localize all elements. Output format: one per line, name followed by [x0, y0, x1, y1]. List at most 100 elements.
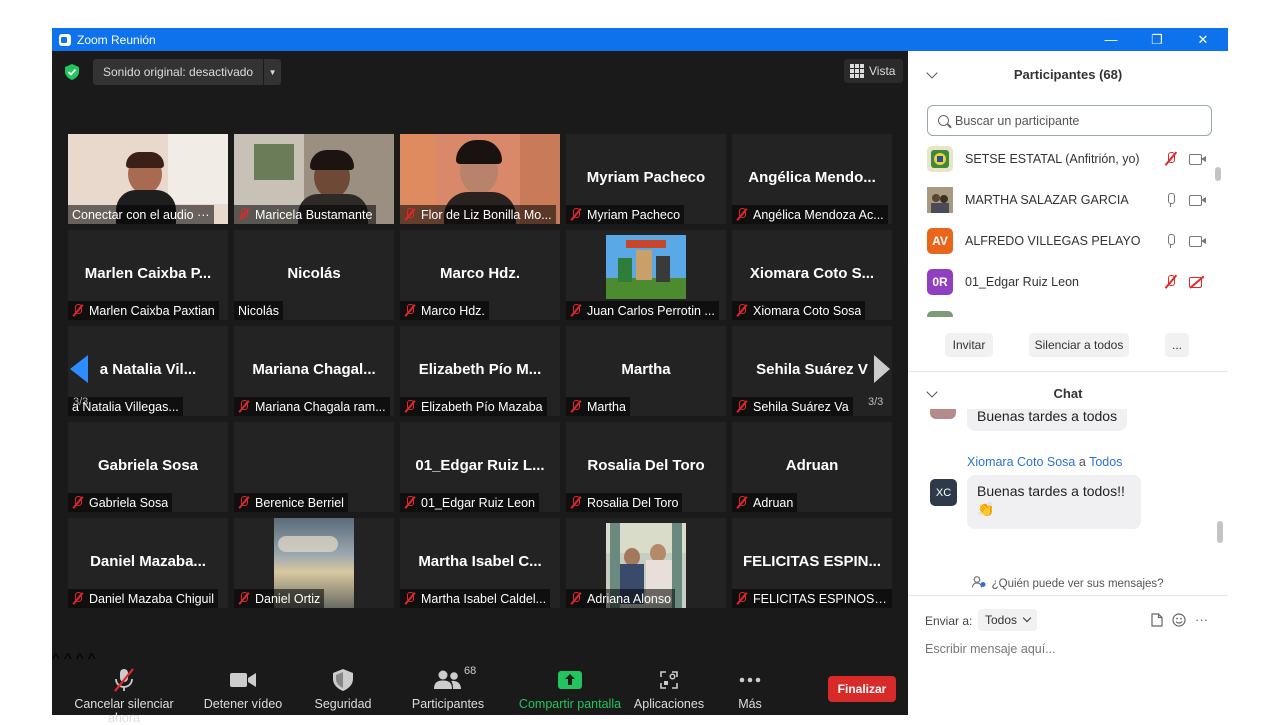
video-tile[interactable]: 01_Edgar Ruiz L... 01_Edgar Ruiz Leon: [400, 422, 560, 512]
stop-video-button[interactable]: Detener vídeo: [200, 667, 286, 711]
video-tile[interactable]: Nicolás Nicolás: [234, 230, 394, 320]
chat-messages: Buenas tardes a todos Xiomara Coto Sosa …: [908, 409, 1228, 541]
participants-caret-icon[interactable]: ^: [76, 651, 84, 668]
video-tile[interactable]: Maricela Bustamante: [234, 134, 394, 224]
participants-button[interactable]: 68 Participantes: [408, 665, 488, 711]
video-tile[interactable]: Daniel Ortiz: [234, 518, 394, 608]
tile-label-text: Elizabeth Pío Mazaba: [421, 399, 543, 414]
apps-button[interactable]: Aplicaciones: [632, 667, 706, 711]
video-tile[interactable]: Mariana Chagal... Mariana Chagala ram...: [234, 326, 394, 416]
unmute-button[interactable]: Cancelar silenciar ahora: [60, 667, 188, 725]
video-off-icon[interactable]: [1187, 274, 1207, 290]
video-camera-icon[interactable]: [1187, 233, 1207, 249]
video-options-caret-icon[interactable]: ^: [64, 651, 72, 668]
video-camera-icon: [200, 667, 286, 693]
video-tile[interactable]: Myriam Pacheco Myriam Pacheco: [566, 134, 726, 224]
video-tile[interactable]: Marco Hdz. Marco Hdz.: [400, 230, 560, 320]
page-indicator-right: 3/3: [868, 396, 884, 408]
video-tile[interactable]: Xiomara Coto S... Xiomara Coto Sosa: [732, 230, 892, 320]
participant-row[interactable]: MARTHA SALAZAR GARCIA: [927, 186, 1207, 214]
minimize-button[interactable]: —: [1088, 28, 1134, 51]
tile-name-label: Marco Hdz.: [400, 301, 489, 320]
view-button[interactable]: Vista: [844, 59, 904, 83]
next-page-arrow-icon[interactable]: [874, 355, 890, 383]
participant-search-input[interactable]: Buscar un participante: [927, 105, 1212, 136]
tile-label-text: Marco Hdz.: [421, 303, 485, 318]
participant-row[interactable]: AV ALFREDO VILLEGAS PELAYO: [927, 227, 1207, 255]
tile-label-text: Flor de Liz Bonilla Mo...: [421, 207, 552, 222]
video-tile[interactable]: Daniel Mazaba... Daniel Mazaba Chiguil: [68, 518, 228, 608]
restore-button[interactable]: ❐: [1134, 28, 1180, 51]
microphone-muted-icon: [404, 592, 416, 605]
tile-label-text: Berenice Berriel: [255, 495, 344, 510]
video-tile[interactable]: Rosalia Del Toro Rosalia Del Toro: [566, 422, 726, 512]
encryption-shield-icon[interactable]: [65, 64, 79, 80]
chevron-down-icon[interactable]: ▼: [263, 59, 281, 85]
participants-more-button[interactable]: ...: [1165, 333, 1189, 357]
emoji-icon[interactable]: [1172, 613, 1186, 627]
chat-scrollbar[interactable]: [1217, 521, 1223, 543]
video-tile[interactable]: Juan Carlos Perrotin ...: [566, 230, 726, 320]
avatar: [927, 187, 953, 213]
video-camera-icon[interactable]: [1187, 192, 1207, 208]
video-tile[interactable]: Elizabeth Pío M... Elizabeth Pío Mazaba: [400, 326, 560, 416]
video-tile[interactable]: Martha Martha: [566, 326, 726, 416]
tile-display-name: a Natalia Vil...: [99, 361, 197, 378]
video-tile[interactable]: Gabriela Sosa Gabriela Sosa: [68, 422, 228, 512]
video-tile[interactable]: Conectar con el audio ···: [68, 134, 228, 224]
video-tile[interactable]: FELICITAS ESPIN... FELICITAS ESPINOSA ...: [732, 518, 892, 608]
microphone-muted-icon[interactable]: [1161, 151, 1181, 167]
video-tile[interactable]: Adruan Adruan: [732, 422, 892, 512]
chat-sender[interactable]: Xiomara Coto Sosa: [967, 455, 1075, 469]
share-screen-button[interactable]: Compartir pantalla: [518, 667, 622, 711]
participants-icon: 68: [408, 665, 488, 693]
chat-to-word: a: [1078, 455, 1086, 469]
invite-button[interactable]: Invitar: [945, 333, 993, 357]
share-caret-icon[interactable]: ^: [88, 651, 96, 668]
microphone-muted-icon: [72, 496, 84, 509]
video-tile[interactable]: Adriana Alonso: [566, 518, 726, 608]
previous-page-arrow-icon[interactable]: [70, 355, 88, 383]
tile-display-name: Martha: [621, 361, 671, 378]
audio-options-caret-icon[interactable]: ^: [52, 651, 60, 668]
microphone-muted-icon: [60, 667, 188, 693]
tile-name-label: Daniel Ortiz: [234, 589, 325, 608]
participant-row[interactable]: SETSE ESTATAL (Anfitrión, yo): [927, 145, 1207, 173]
end-meeting-button[interactable]: Finalizar: [828, 676, 896, 702]
microphone-muted-icon: [72, 592, 84, 605]
send-to-value: Todos: [985, 613, 1018, 627]
message-visibility-info[interactable]: ¿Quién puede ver sus mensajes?: [908, 576, 1228, 590]
avatar: AV: [927, 228, 953, 254]
participants-scrollbar[interactable]: [1215, 167, 1221, 181]
chat-recipient[interactable]: Todos: [1089, 455, 1122, 469]
close-button[interactable]: ✕: [1180, 28, 1226, 51]
chat-message-input[interactable]: Escribir mensaje aquí...: [925, 642, 1056, 656]
participant-row[interactable]: 0R 01_Edgar Ruiz Leon: [927, 268, 1207, 296]
microphone-muted-icon: [736, 208, 748, 221]
more-dots-icon: [728, 667, 772, 693]
video-camera-icon[interactable]: [1187, 151, 1207, 167]
tile-name-label: Juan Carlos Perrotin ...: [566, 301, 719, 320]
more-button[interactable]: Más: [728, 667, 772, 711]
chat-more-button[interactable]: ···: [1195, 612, 1208, 627]
microphone-icon[interactable]: [1161, 192, 1181, 208]
microphone-icon[interactable]: [1161, 233, 1181, 249]
video-tile[interactable]: Martha Isabel C... Martha Isabel Caldel..…: [400, 518, 560, 608]
file-icon[interactable]: [1151, 613, 1163, 627]
video-tile[interactable]: Berenice Berriel: [234, 422, 394, 512]
microphone-muted-icon[interactable]: [1161, 274, 1181, 290]
apps-label: Aplicaciones: [633, 697, 705, 711]
tile-name-label: Berenice Berriel: [234, 493, 348, 512]
video-tile[interactable]: a Natalia Vil... a Natalia Villegas...: [68, 326, 228, 416]
tile-name-label: Adruan: [732, 493, 798, 512]
title-bar: Zoom Reunión — ❐ ✕: [52, 28, 1228, 51]
video-tile[interactable]: Angélica Mendo... Angélica Mendoza Ac...: [732, 134, 892, 224]
send-to-dropdown[interactable]: Todos: [978, 609, 1038, 631]
tile-name-label: Marlen Caixba Paxtian: [68, 301, 219, 320]
divider: [908, 595, 1228, 596]
security-button[interactable]: Seguridad: [308, 667, 378, 711]
video-tile[interactable]: Flor de Liz Bonilla Mo...: [400, 134, 560, 224]
mute-all-button[interactable]: Silenciar a todos: [1029, 333, 1129, 357]
original-sound-toggle[interactable]: Sonido original: desactivado ▼: [93, 59, 282, 85]
video-tile[interactable]: Marlen Caixba P... Marlen Caixba Paxtian: [68, 230, 228, 320]
